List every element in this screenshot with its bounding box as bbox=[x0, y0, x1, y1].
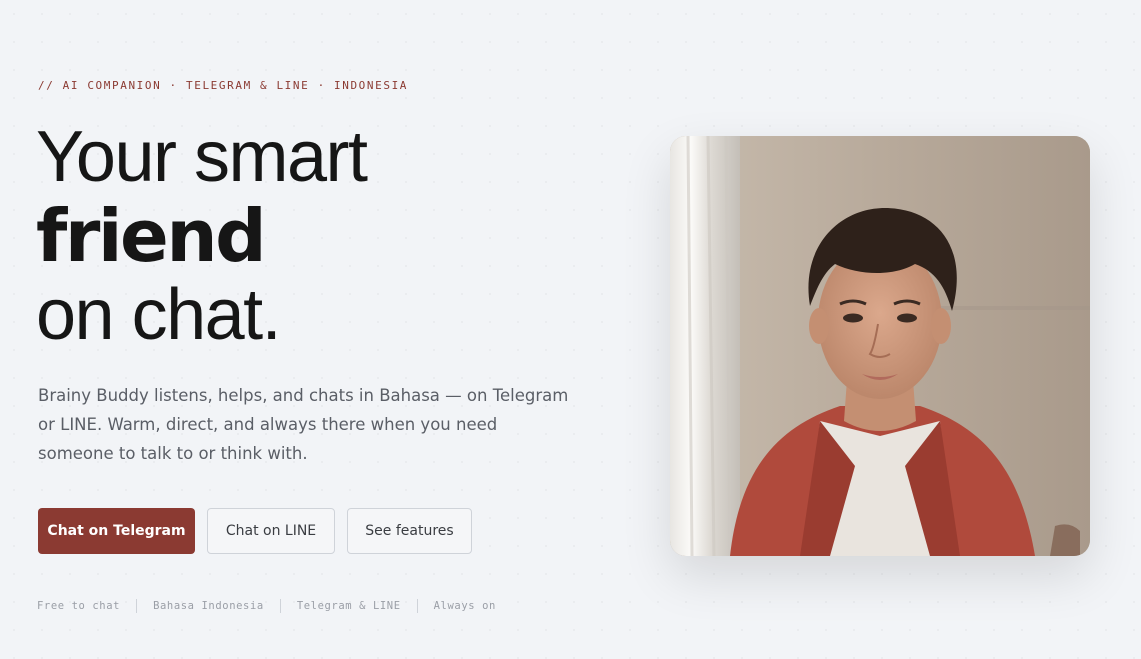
meta-divider bbox=[279, 599, 281, 613]
chat-on-telegram-button[interactable]: Chat on Telegram bbox=[38, 508, 195, 554]
see-features-button[interactable]: See features bbox=[347, 508, 472, 554]
hero-description: Brainy Buddy listens, helps, and chats i… bbox=[38, 386, 569, 463]
hero-portrait-image bbox=[670, 136, 1090, 556]
headline-line-3: on chat. bbox=[36, 275, 282, 355]
portrait-illustration bbox=[670, 136, 1090, 556]
meta-divider bbox=[416, 599, 418, 613]
chat-on-line-button[interactable]: Chat on LINE bbox=[207, 508, 335, 554]
meta-item-platforms: Telegram & LINE bbox=[296, 600, 401, 612]
meta-item-free: Free to chat bbox=[37, 600, 121, 612]
meta-item-language: Bahasa Indonesia bbox=[153, 600, 264, 612]
feature-meta-list: Free to chat Bahasa Indonesia Telegram &… bbox=[37, 599, 496, 613]
hero-headline: Your smart friend on chat. bbox=[36, 117, 368, 355]
headline-line-2: friend bbox=[36, 194, 267, 278]
headline-line-1: Your smart bbox=[36, 117, 368, 197]
meta-item-availability: Always on bbox=[433, 600, 496, 612]
eyebrow-tagline: // AI COMPANION · TELEGRAM & LINE · INDO… bbox=[38, 79, 409, 92]
meta-divider bbox=[136, 599, 138, 613]
